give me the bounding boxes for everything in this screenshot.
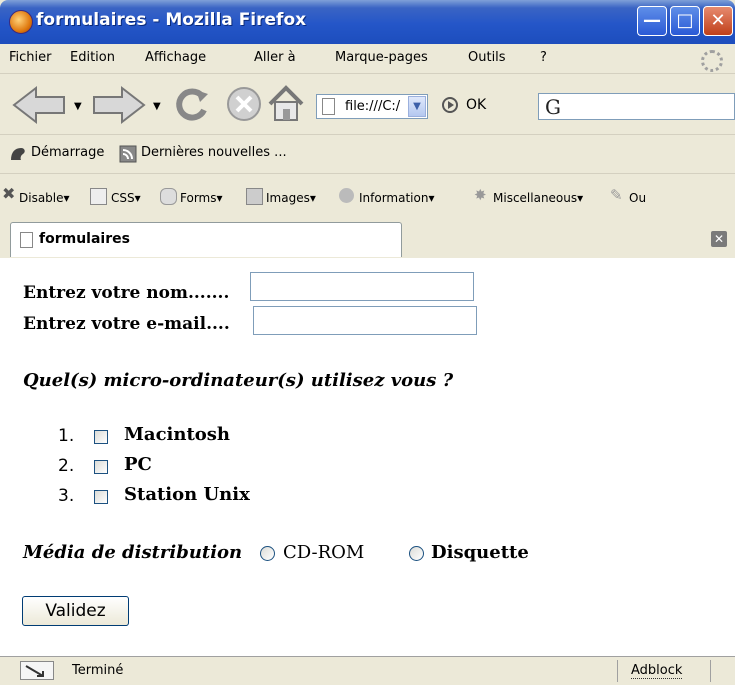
rss-feed-icon [119, 145, 137, 163]
images-icon [246, 188, 263, 205]
firefox-window: formulaires - Mozilla Firefox — □ ✕ Fich… [0, 0, 735, 685]
title-bar: formulaires - Mozilla Firefox — □ ✕ [0, 0, 735, 44]
minimize-button[interactable]: — [637, 6, 667, 36]
list-number-3: 3. [58, 486, 75, 506]
home-button[interactable] [264, 82, 308, 126]
throbber-icon [701, 50, 723, 72]
menu-fichier[interactable]: Fichier [9, 50, 52, 65]
menu-help[interactable]: ? [540, 50, 547, 65]
stop-icon [227, 87, 261, 121]
close-tab-icon[interactable]: ✕ [711, 231, 727, 247]
close-button[interactable]: ✕ [703, 6, 733, 36]
email-label: Entrez votre e-mail.... [23, 314, 230, 334]
minimize-icon: — [643, 10, 661, 31]
address-dropdown-icon[interactable]: ▼ [408, 96, 426, 117]
maximize-button[interactable]: □ [670, 6, 700, 36]
status-arrow-icon [25, 665, 44, 677]
status-progress-icon [20, 661, 54, 680]
wd-css[interactable]: CSS▾ [111, 191, 141, 205]
page-icon [322, 98, 335, 115]
forward-button[interactable] [88, 84, 148, 126]
status-text: Terminé [72, 663, 124, 678]
go-icon[interactable] [442, 97, 458, 113]
wd-information[interactable]: Information▾ [359, 191, 435, 205]
reload-button[interactable] [170, 82, 214, 126]
macintosh-label: Macintosh [124, 424, 231, 445]
list-number-1: 1. [58, 426, 75, 446]
reload-icon [176, 88, 208, 121]
menu-marque-pages[interactable]: Marque-pages [335, 50, 428, 65]
disquette-label: Disquette [431, 542, 529, 563]
search-box[interactable]: G [538, 93, 735, 120]
station-unix-label: Station Unix [124, 484, 250, 505]
back-dropdown-icon[interactable]: ▼ [74, 101, 82, 112]
wd-miscellaneous[interactable]: Miscellaneous▾ [493, 191, 583, 205]
bookmarks-toolbar [0, 135, 735, 174]
station-unix-checkbox[interactable] [94, 490, 108, 504]
macintosh-checkbox[interactable] [94, 430, 108, 444]
computer-question: Quel(s) micro-ordinateur(s) utilisez vou… [23, 370, 454, 391]
validez-button[interactable]: Validez [22, 596, 129, 626]
window-title: formulaires - Mozilla Firefox [36, 10, 307, 30]
email-input[interactable] [253, 306, 477, 335]
resize-grip[interactable] [710, 660, 711, 682]
miscellaneous-icon: ✸ [474, 186, 487, 204]
menu-aller-a[interactable]: Aller à [254, 50, 296, 65]
adblock-status[interactable]: Adblock [631, 663, 683, 679]
outline-icon: ✎ [610, 186, 623, 204]
back-arrow-icon [12, 85, 65, 125]
maximize-icon: □ [676, 10, 694, 31]
tab-page-icon [20, 232, 33, 248]
address-text[interactable]: file:///C:/ [345, 99, 400, 114]
pc-label: PC [124, 454, 152, 475]
cd-rom-label: CD-ROM [283, 542, 365, 563]
wd-outline[interactable]: Ou [629, 191, 646, 205]
home-icon [268, 85, 304, 121]
wd-forms[interactable]: Forms▾ [180, 191, 223, 205]
google-search-icon[interactable]: G [545, 95, 561, 119]
menu-edition[interactable]: Edition [70, 50, 115, 65]
cd-rom-radio[interactable] [260, 546, 275, 561]
stop-button[interactable] [224, 84, 264, 124]
wd-images[interactable]: Images▾ [266, 191, 316, 205]
menu-bar: Fichier Edition Affichage Aller à Marque… [0, 44, 735, 74]
information-icon [339, 188, 354, 203]
tab-formulaires[interactable]: formulaires [10, 222, 402, 257]
firefox-logo-icon [9, 10, 33, 34]
forward-arrow-icon [93, 85, 146, 125]
bookmark-start-icon [11, 148, 25, 160]
tab-label: formulaires [39, 231, 130, 247]
back-button[interactable] [10, 84, 70, 126]
list-number-2: 2. [58, 456, 75, 476]
close-icon: ✕ [710, 10, 726, 31]
name-label: Entrez votre nom....... [23, 283, 230, 303]
status-separator [617, 660, 618, 682]
forward-dropdown-icon[interactable]: ▼ [153, 101, 161, 112]
name-input[interactable] [250, 272, 474, 301]
bookmark-demarrage[interactable]: Démarrage [31, 145, 104, 160]
wd-disable[interactable]: Disable▾ [19, 191, 70, 205]
media-label: Média de distribution [23, 542, 243, 563]
menu-affichage[interactable]: Affichage [145, 50, 206, 65]
pc-checkbox[interactable] [94, 460, 108, 474]
forms-icon [160, 188, 177, 205]
menu-outils[interactable]: Outils [468, 50, 506, 65]
css-icon [90, 188, 107, 205]
go-label[interactable]: OK [466, 97, 486, 113]
disable-icon: ✖ [2, 184, 16, 203]
address-bar[interactable]: file:///C:/ ▼ [316, 94, 428, 119]
page-content: Entrez votre nom....... Entrez votre e-m… [0, 258, 735, 656]
bookmark-dernieres-nouvelles[interactable]: Dernières nouvelles ... [141, 145, 287, 160]
disquette-radio[interactable] [409, 546, 424, 561]
